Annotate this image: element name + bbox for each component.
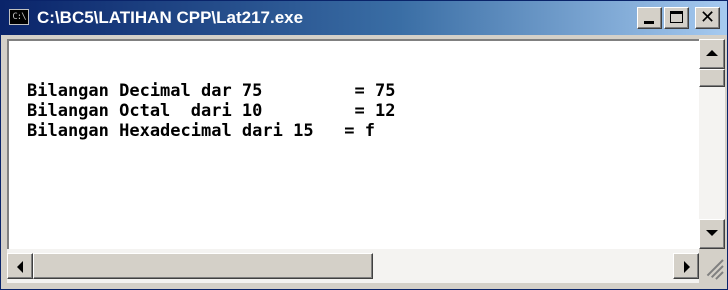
console-window: C:\ C:\BC5\LATIHAN CPP\Lat217.exe ✕ Bila… [0, 0, 728, 290]
console-line: Bilangan Hexadecimal dari 15 = f [27, 121, 375, 141]
scroll-up-button[interactable] [699, 39, 725, 69]
close-icon: ✕ [699, 7, 716, 28]
vertical-scroll-thumb[interactable] [699, 69, 725, 87]
horizontal-scroll-thumb[interactable] [33, 253, 373, 279]
window-title: C:\BC5\LATIHAN CPP\Lat217.exe [37, 8, 304, 27]
console-line: Bilangan Octal dari 10 = 12 [27, 101, 396, 121]
close-button[interactable]: ✕ [695, 7, 720, 29]
maximize-button[interactable] [664, 7, 689, 29]
console-line: Bilangan Decimal dar 75 = 75 [27, 81, 396, 101]
scroll-right-button[interactable] [673, 253, 699, 279]
right-arrow-icon [684, 261, 690, 273]
vertical-scrollbar[interactable] [699, 39, 725, 249]
resize-grip-icon[interactable] [699, 249, 725, 283]
horizontal-scrollbar[interactable] [7, 249, 699, 283]
maximize-icon [670, 11, 683, 23]
left-arrow-icon [17, 261, 23, 273]
title-bar[interactable]: C:\ C:\BC5\LATIHAN CPP\Lat217.exe ✕ [1, 1, 727, 35]
scroll-left-button[interactable] [7, 253, 33, 279]
minimize-button[interactable] [637, 7, 662, 29]
console-window-icon[interactable]: C:\ [9, 9, 29, 25]
minimize-icon [644, 21, 654, 24]
down-arrow-icon [706, 230, 718, 236]
console-output[interactable]: Bilangan Decimal dar 75 = 75 Bilangan Oc… [7, 39, 699, 249]
up-arrow-icon [706, 50, 718, 56]
scroll-down-button[interactable] [699, 219, 725, 249]
